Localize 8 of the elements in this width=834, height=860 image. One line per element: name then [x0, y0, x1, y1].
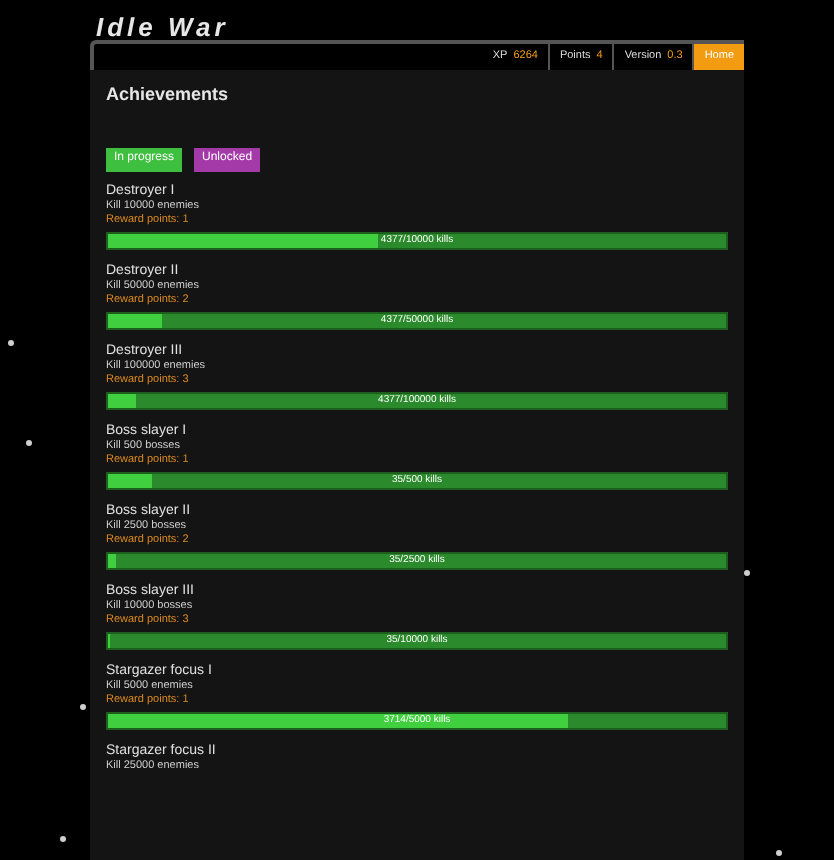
star-dot — [60, 836, 66, 842]
page-title: Achievements — [106, 82, 231, 108]
star-dot — [744, 570, 750, 576]
star-dot — [8, 340, 14, 346]
star-dot — [776, 850, 782, 856]
star-dot — [26, 440, 32, 446]
app-title: Idle War — [96, 14, 229, 40]
star-dot — [80, 704, 86, 710]
